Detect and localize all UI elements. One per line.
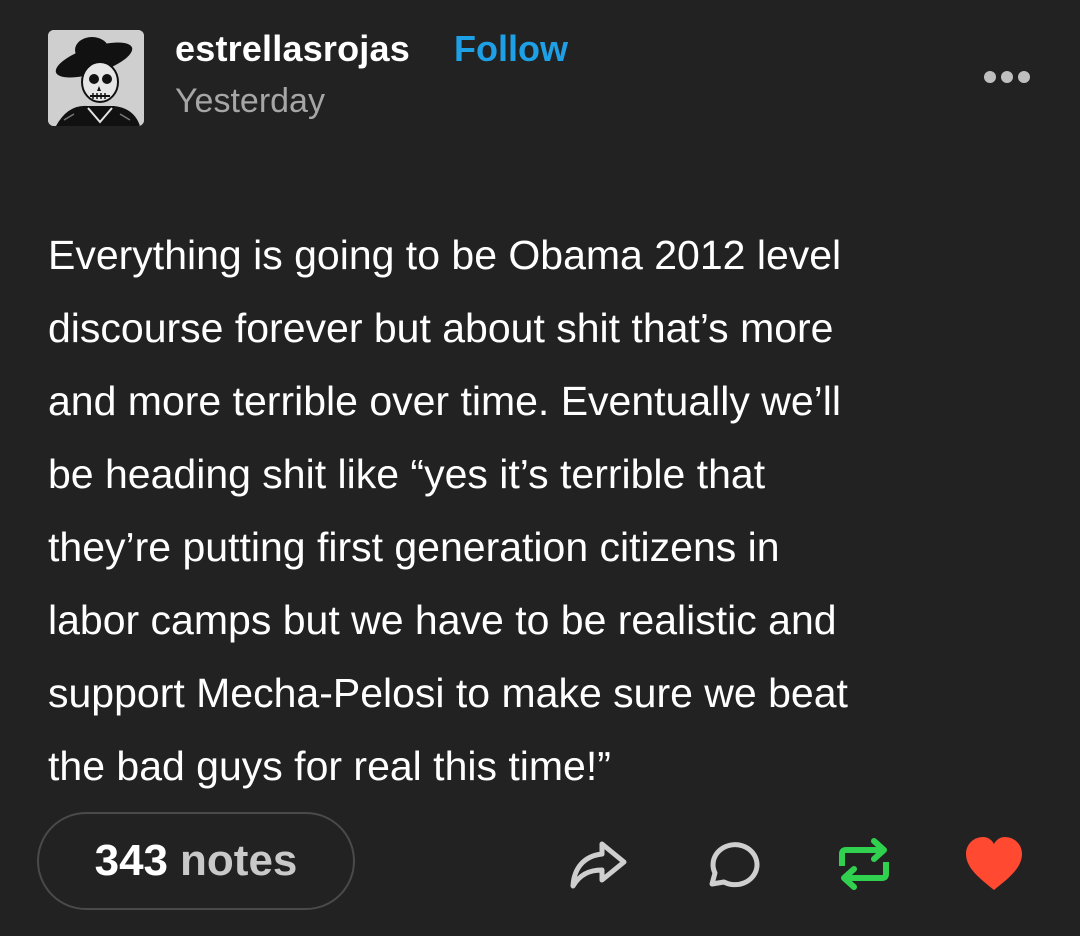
more-horizontal-icon[interactable] [976,60,1040,94]
post-text: Everything is going to be Obama 2012 lev… [48,219,1038,803]
post-text-line: the bad guys for real this time!” [48,743,611,789]
post-timestamp: Yesterday [175,82,325,120]
post-text-line: they’re putting first generation citizen… [48,524,780,570]
post-text-line: be heading shit like “yes it’s terrible … [48,451,766,497]
avatar[interactable] [48,30,144,126]
share-icon[interactable] [566,832,630,896]
post-text-line: Everything is going to be Obama 2012 lev… [48,232,842,278]
reply-icon[interactable] [700,832,764,896]
reblog-icon[interactable] [832,832,896,896]
notes-label: notes [180,836,298,885]
notes-count: 343 [94,836,169,885]
follow-button[interactable]: Follow [454,28,568,70]
post-text-line: and more terrible over time. Eventually … [48,378,841,424]
heart-icon[interactable] [962,832,1026,896]
notes-button[interactable]: 343 notes [37,812,355,910]
post-text-line: support Mecha-Pelosi to make sure we bea… [48,670,848,716]
post-text-line: discourse forever but about shit that’s … [48,305,834,351]
username-link[interactable]: estrellasrojas [175,28,410,70]
post-text-line: labor camps but we have to be realistic … [48,597,837,643]
